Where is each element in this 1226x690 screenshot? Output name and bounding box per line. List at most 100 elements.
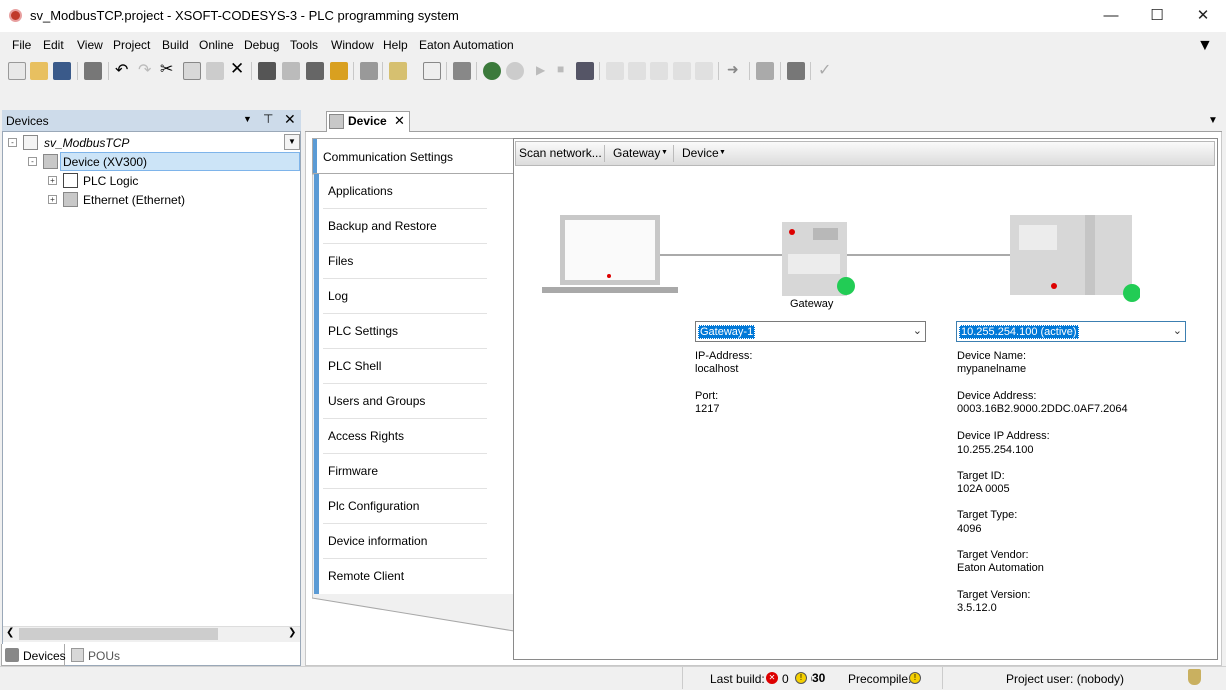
plc-device-icon[interactable] [1010, 215, 1140, 302]
redo-icon[interactable]: ↷ [138, 60, 151, 80]
start-icon[interactable]: ▶ [536, 63, 545, 77]
device-name-label: Device Name: [957, 350, 1027, 362]
add-object-icon[interactable] [389, 62, 407, 80]
side-tab-label: Backup and Restore [328, 219, 437, 233]
toolbar-separator [749, 62, 750, 80]
tab-devices-label: Devices [23, 649, 66, 663]
delete-icon[interactable]: ✕ [230, 59, 244, 79]
scroll-right-icon[interactable]: ❯ [288, 627, 296, 638]
side-tab-label: Users and Groups [328, 394, 426, 408]
device-menu-button[interactable]: Device [682, 146, 719, 160]
shield-icon[interactable] [1188, 669, 1201, 685]
login-icon[interactable] [483, 62, 501, 80]
side-tab-log[interactable]: Log [314, 279, 513, 314]
scroll-left-icon[interactable]: ❮ [6, 627, 14, 638]
menu-help[interactable]: Help [383, 38, 408, 52]
new-window-icon[interactable] [423, 62, 441, 80]
menu-online[interactable]: Online [199, 38, 234, 52]
menu-view[interactable]: View [77, 38, 103, 52]
expand-icon[interactable]: + [48, 176, 57, 185]
menu-file[interactable]: File [12, 38, 31, 52]
collapse-icon[interactable]: - [8, 138, 17, 147]
tree-dropdown-icon[interactable]: ▼ [284, 134, 300, 150]
step-into-icon[interactable] [628, 62, 646, 80]
minimize-icon[interactable]: — [1088, 0, 1134, 32]
print-icon[interactable] [84, 62, 102, 80]
scrollbar-thumb[interactable] [19, 628, 218, 640]
step-out-icon[interactable] [650, 62, 668, 80]
side-tab-remote-client[interactable]: Remote Client [314, 559, 513, 594]
side-tab-firmware[interactable]: Firmware [314, 454, 513, 489]
check-icon[interactable]: ✓ [818, 60, 831, 80]
side-tab-access-rights[interactable]: Access Rights [314, 419, 513, 454]
gateway-menu-button[interactable]: Gateway [613, 146, 660, 160]
panel-dropdown-icon[interactable]: ▼ [243, 114, 252, 124]
close-icon[interactable]: ✕ [1180, 0, 1226, 32]
maximize-icon[interactable]: ☐ [1134, 0, 1180, 32]
side-tab-plc-shell[interactable]: PLC Shell [314, 349, 513, 384]
side-tab-files[interactable]: Files [314, 244, 513, 279]
breakpoint-icon[interactable] [695, 62, 713, 80]
cut-icon[interactable]: ✂ [160, 59, 173, 79]
find-in-project-icon[interactable] [306, 62, 324, 80]
menu-window[interactable]: Window [331, 38, 374, 52]
replace-icon[interactable] [282, 62, 300, 80]
find-icon[interactable] [258, 62, 276, 80]
message-count: 30 [812, 671, 826, 685]
open-folder-icon[interactable] [30, 62, 48, 80]
side-tab-label: Communication Settings [323, 150, 454, 164]
bookmark-icon[interactable] [330, 62, 348, 80]
undo-icon[interactable]: ↶ [115, 60, 128, 80]
clipboard-icon[interactable] [360, 62, 378, 80]
warning-icon: ! [795, 672, 807, 684]
collapse-icon[interactable]: - [28, 157, 37, 166]
side-tab-plc-configuration[interactable]: Plc Configuration [314, 489, 513, 524]
menu-project[interactable]: Project [113, 38, 150, 52]
gateway-select[interactable]: Gateway-1 ⌄ [695, 321, 926, 342]
side-tab-plc-settings[interactable]: PLC Settings [314, 314, 513, 349]
write-values-icon[interactable] [787, 62, 805, 80]
gateway-device-icon[interactable] [782, 222, 855, 296]
run-to-cursor-icon[interactable] [673, 62, 691, 80]
menu-edit[interactable]: Edit [43, 38, 64, 52]
save-icon[interactable] [53, 62, 71, 80]
scan-network-button[interactable]: Scan network... [519, 146, 602, 160]
side-tab-device-information[interactable]: Device information [314, 524, 513, 559]
tab-list-dropdown-icon[interactable]: ▼ [1208, 115, 1218, 126]
monitor-icon[interactable] [756, 62, 774, 80]
panel-close-icon[interactable]: ✕ [284, 111, 296, 128]
side-tab-label: Firmware [328, 464, 378, 478]
side-tab-label: Device information [328, 534, 428, 548]
gateway-label: Gateway [790, 298, 834, 310]
build-icon[interactable] [453, 62, 471, 80]
pin-icon[interactable]: ⊤ [263, 112, 273, 126]
paste-icon[interactable] [206, 62, 224, 80]
step-over-icon[interactable] [606, 62, 624, 80]
menu-tools[interactable]: Tools [290, 38, 318, 52]
toolbar-separator [382, 62, 383, 80]
copy-icon[interactable] [183, 62, 201, 80]
expand-icon[interactable]: + [48, 195, 57, 204]
tree-plc-logic[interactable]: PLC Logic [83, 174, 138, 188]
new-file-icon[interactable] [8, 62, 26, 80]
tree-project[interactable]: sv_ModbusTCP [44, 136, 129, 150]
side-tab-users-and-groups[interactable]: Users and Groups [314, 384, 513, 419]
pous-tab-icon [71, 648, 84, 662]
side-tab-applications[interactable]: Applications [314, 174, 513, 209]
arrow-right-icon[interactable]: ➜ [727, 61, 739, 78]
toolbar-separator [780, 62, 781, 80]
network-diagram [542, 215, 1140, 302]
reset-icon[interactable] [576, 62, 594, 80]
menu-debug[interactable]: Debug [244, 38, 279, 52]
funnel-icon[interactable]: ▼ [1197, 37, 1213, 55]
side-tab-backup-and-restore[interactable]: Backup and Restore [314, 209, 513, 244]
device-select[interactable]: 10.255.254.100 (active) ⌄ [956, 321, 1186, 342]
menu-build[interactable]: Build [162, 38, 189, 52]
logout-icon[interactable] [506, 62, 524, 80]
editor-tabstrip [305, 110, 1222, 132]
stop-icon[interactable]: ■ [557, 62, 564, 76]
tree-ethernet[interactable]: Ethernet (Ethernet) [83, 193, 185, 207]
tab-close-icon[interactable]: ✕ [394, 113, 405, 129]
menu-eaton-automation[interactable]: Eaton Automation [419, 38, 514, 52]
tab-pous[interactable]: POUs [88, 649, 120, 663]
